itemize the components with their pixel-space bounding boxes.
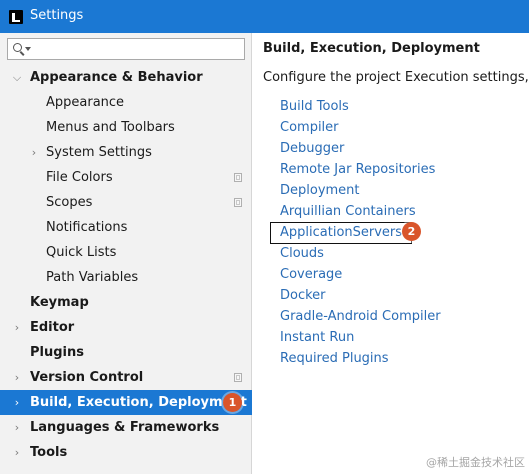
link-coverage[interactable]: Coverage <box>280 264 342 285</box>
sidebar-item-label: System Settings <box>46 145 152 160</box>
sidebar-item-languages-frameworks[interactable]: › Languages & Frameworks <box>0 415 252 440</box>
sidebar-item-appearance-behavior[interactable]: ⌵ Appearance & Behavior <box>0 65 252 90</box>
sidebar-item-plugins[interactable]: Plugins <box>0 340 252 365</box>
sidebar-item-label: Plugins <box>30 345 84 360</box>
intellij-app-icon <box>9 10 23 24</box>
sidebar-item-label: Version Control <box>30 370 144 385</box>
link-build-tools[interactable]: Build Tools <box>280 96 349 117</box>
search-icon[interactable] <box>13 43 22 52</box>
step-badge: 2 <box>402 222 421 241</box>
sidebar-item-appearance[interactable]: Appearance <box>0 90 252 115</box>
link-clouds[interactable]: Clouds <box>280 243 324 264</box>
settings-content-panel: Build, Execution, Deployment Configure t… <box>252 33 529 474</box>
sidebar-item-label: Build, Execution, Deployment <box>30 395 247 410</box>
sidebar-item-quick-lists[interactable]: Quick Lists <box>0 240 252 265</box>
link-remote-jar-repositories[interactable]: Remote Jar Repositories <box>280 159 435 180</box>
sidebar-item-label: Scopes <box>46 195 93 210</box>
chevron-right-icon[interactable]: › <box>12 365 22 390</box>
sidebar-item-scopes[interactable]: Scopes <box>0 190 252 215</box>
sidebar-item-label: Languages & Frameworks <box>30 420 220 435</box>
sidebar-item-tools[interactable]: › Tools <box>0 440 252 465</box>
page-description: Configure the project Execution settings… <box>263 70 529 85</box>
sidebar-item-label: Appearance <box>46 95 125 110</box>
link-deployment[interactable]: Deployment <box>280 180 360 201</box>
project-level-icon <box>234 198 242 207</box>
sidebar-item-menus-toolbars[interactable]: Menus and Toolbars <box>0 115 252 140</box>
link-debugger[interactable]: Debugger <box>280 138 344 159</box>
link-arquillian-containers[interactable]: Arquillian Containers <box>280 201 416 222</box>
chevron-right-icon[interactable]: › <box>29 140 39 165</box>
sidebar-item-label: Menus and Toolbars <box>46 120 175 135</box>
link-docker[interactable]: Docker <box>280 285 326 306</box>
link-gradle-android-compiler[interactable]: Gradle-Android Compiler <box>280 306 441 327</box>
sidebar-item-system-settings[interactable]: › System Settings <box>0 140 252 165</box>
chevron-right-icon[interactable]: › <box>12 315 22 340</box>
chevron-right-icon[interactable]: › <box>12 390 22 415</box>
step-badge: 1 <box>223 393 242 412</box>
sidebar-item-label: Tools <box>30 445 68 460</box>
watermark: @稀土掘金技术社区 <box>426 456 525 469</box>
sidebar-item-label: Editor <box>30 320 75 335</box>
link-required-plugins[interactable]: Required Plugins <box>280 348 389 369</box>
title-bar: Settings <box>0 0 529 33</box>
link-application-servers[interactable]: ApplicationServers <box>270 222 413 244</box>
sidebar-item-label: Notifications <box>46 220 128 235</box>
sidebar-item-label: Appearance & Behavior <box>30 70 203 85</box>
sidebar-item-build-execution-deployment[interactable]: › Build, Execution, Deployment 1 <box>0 390 252 415</box>
sidebar-item-label: Quick Lists <box>46 245 117 260</box>
search-input[interactable] <box>7 38 245 60</box>
sidebar-item-editor[interactable]: › Editor <box>0 315 252 340</box>
sidebar-item-label: File Colors <box>46 170 113 185</box>
sidebar-item-version-control[interactable]: › Version Control <box>0 365 252 390</box>
page-title: Build, Execution, Deployment <box>263 41 480 56</box>
link-instant-run[interactable]: Instant Run <box>280 327 354 348</box>
chevron-right-icon[interactable]: › <box>12 415 22 440</box>
project-level-icon <box>234 173 242 182</box>
sidebar-item-label: Path Variables <box>46 270 139 285</box>
sidebar-item-path-variables[interactable]: Path Variables <box>0 265 252 290</box>
settings-sidebar: ⌵ Appearance & Behavior Appearance Menus… <box>0 33 252 474</box>
sidebar-item-file-colors[interactable]: File Colors <box>0 165 252 190</box>
project-level-icon <box>234 373 242 382</box>
chevron-down-icon[interactable]: ⌵ <box>12 65 22 90</box>
sidebar-item-keymap[interactable]: Keymap <box>0 290 252 315</box>
link-compiler[interactable]: Compiler <box>280 117 339 138</box>
sidebar-item-notifications[interactable]: Notifications <box>0 215 252 240</box>
search-options-dropdown-icon[interactable] <box>25 47 31 51</box>
window-title: Settings <box>30 8 84 23</box>
chevron-right-icon[interactable]: › <box>12 440 22 465</box>
sidebar-item-label: Keymap <box>30 295 89 310</box>
